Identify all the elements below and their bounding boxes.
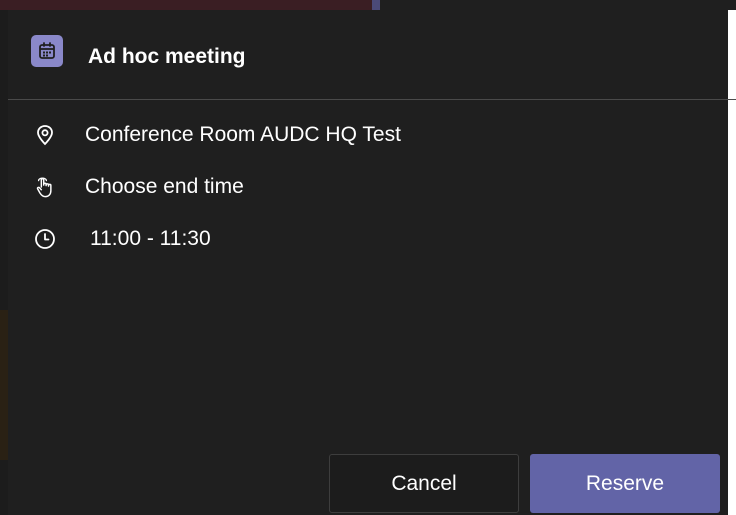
background-app-accent bbox=[0, 310, 8, 460]
background-app-divider bbox=[372, 0, 380, 10]
dialog-title: Ad hoc meeting bbox=[88, 45, 246, 68]
location-pin-icon bbox=[34, 124, 56, 146]
cancel-button[interactable]: Cancel bbox=[329, 454, 519, 513]
background-app-left bbox=[0, 10, 8, 515]
end-time-text[interactable]: Choose end time bbox=[85, 175, 244, 199]
background-app-top bbox=[0, 0, 736, 10]
meeting-dialog: Ad hoc meeting Conference Room AUDC HQ T… bbox=[8, 10, 736, 515]
touch-hand-icon bbox=[34, 176, 56, 198]
location-text: Conference Room AUDC HQ Test bbox=[85, 123, 401, 146]
clock-icon bbox=[34, 228, 56, 250]
reserve-button[interactable]: Reserve bbox=[530, 454, 720, 513]
background-app-panel bbox=[0, 0, 372, 10]
dialog-header: Ad hoc meeting bbox=[8, 10, 736, 100]
calendar-icon bbox=[31, 35, 63, 67]
screen: Ad hoc meeting Conference Room AUDC HQ T… bbox=[0, 0, 736, 515]
time-range-text: 11:00 - 11:30 bbox=[90, 227, 211, 250]
